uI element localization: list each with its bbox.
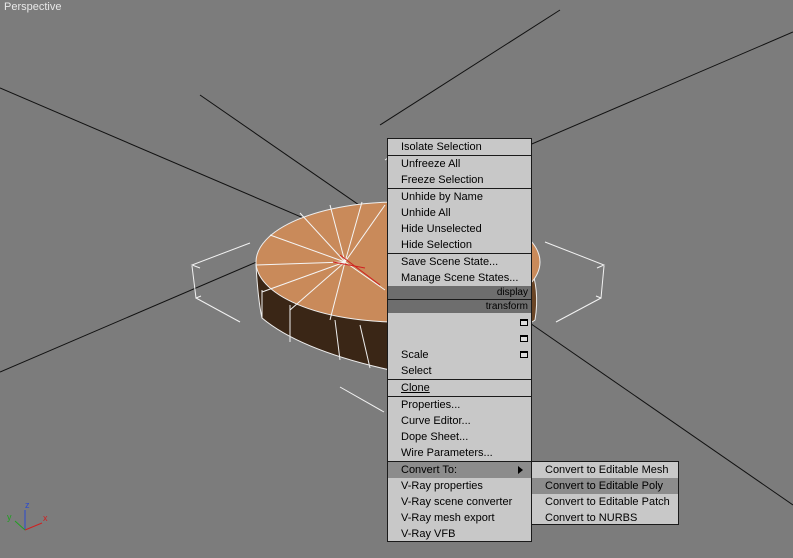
menu-item-convert-to-label: Convert To: bbox=[401, 464, 458, 476]
quad-header-display: display bbox=[388, 286, 531, 299]
convert-to-submenu: Convert to Editable Mesh Convert to Edit… bbox=[531, 461, 679, 525]
submenu-item-editable-patch[interactable]: Convert to Editable Patch bbox=[532, 494, 678, 510]
menu-item-unhide-by-name[interactable]: Unhide by Name bbox=[388, 189, 531, 205]
options-box-icon[interactable] bbox=[520, 319, 528, 326]
menu-item-properties[interactable]: Properties... bbox=[388, 397, 531, 413]
menu-item-freeze-selection[interactable]: Freeze Selection bbox=[388, 172, 531, 188]
axis-label-y: y bbox=[7, 512, 12, 522]
menu-item-select[interactable]: Select bbox=[388, 363, 531, 379]
submenu-item-nurbs[interactable]: Convert to NURBS bbox=[532, 510, 678, 526]
quad-header-transform: transform bbox=[388, 300, 531, 313]
menu-item-curve-editor[interactable]: Curve Editor... bbox=[388, 413, 531, 429]
menu-item-vray-scene-converter[interactable]: V-Ray scene converter bbox=[388, 494, 531, 510]
menu-item-scale[interactable]: Scale bbox=[388, 347, 531, 363]
quad-menu: Isolate Selection Unfreeze All Freeze Se… bbox=[387, 138, 532, 542]
menu-item-vray-properties[interactable]: V-Ray properties bbox=[388, 478, 531, 494]
menu-item-hide-selection[interactable]: Hide Selection bbox=[388, 237, 531, 253]
axis-label-z: z bbox=[25, 500, 30, 510]
menu-item-blank-2[interactable] bbox=[388, 331, 531, 347]
menu-item-manage-scene-states[interactable]: Manage Scene States... bbox=[388, 270, 531, 286]
menu-item-wire-parameters[interactable]: Wire Parameters... bbox=[388, 445, 531, 461]
menu-item-isolate-selection[interactable]: Isolate Selection bbox=[388, 139, 531, 155]
axis-tripod bbox=[14, 510, 43, 531]
viewport-label[interactable]: Perspective bbox=[4, 1, 61, 13]
menu-item-blank-1[interactable] bbox=[388, 315, 531, 331]
menu-item-clone[interactable]: Clone bbox=[388, 380, 531, 396]
axis-label-x: x bbox=[43, 513, 48, 523]
options-box-icon[interactable] bbox=[520, 335, 528, 342]
menu-item-convert-to[interactable]: Convert To: bbox=[388, 462, 531, 478]
submenu-item-editable-poly[interactable]: Convert to Editable Poly bbox=[532, 478, 678, 494]
menu-item-save-scene-state[interactable]: Save Scene State... bbox=[388, 254, 531, 270]
menu-item-hide-unselected[interactable]: Hide Unselected bbox=[388, 221, 531, 237]
menu-item-scale-label: Scale bbox=[401, 349, 429, 361]
menu-item-unfreeze-all[interactable]: Unfreeze All bbox=[388, 156, 531, 172]
submenu-item-editable-mesh[interactable]: Convert to Editable Mesh bbox=[532, 462, 678, 478]
submenu-arrow-icon bbox=[518, 466, 523, 474]
grid-line bbox=[379, 9, 561, 126]
menu-item-dope-sheet[interactable]: Dope Sheet... bbox=[388, 429, 531, 445]
menu-item-vray-mesh-export[interactable]: V-Ray mesh export bbox=[388, 510, 531, 526]
menu-item-vray-vfb[interactable]: V-Ray VFB bbox=[388, 526, 531, 542]
menu-item-unhide-all[interactable]: Unhide All bbox=[388, 205, 531, 221]
options-box-icon[interactable] bbox=[520, 351, 528, 358]
